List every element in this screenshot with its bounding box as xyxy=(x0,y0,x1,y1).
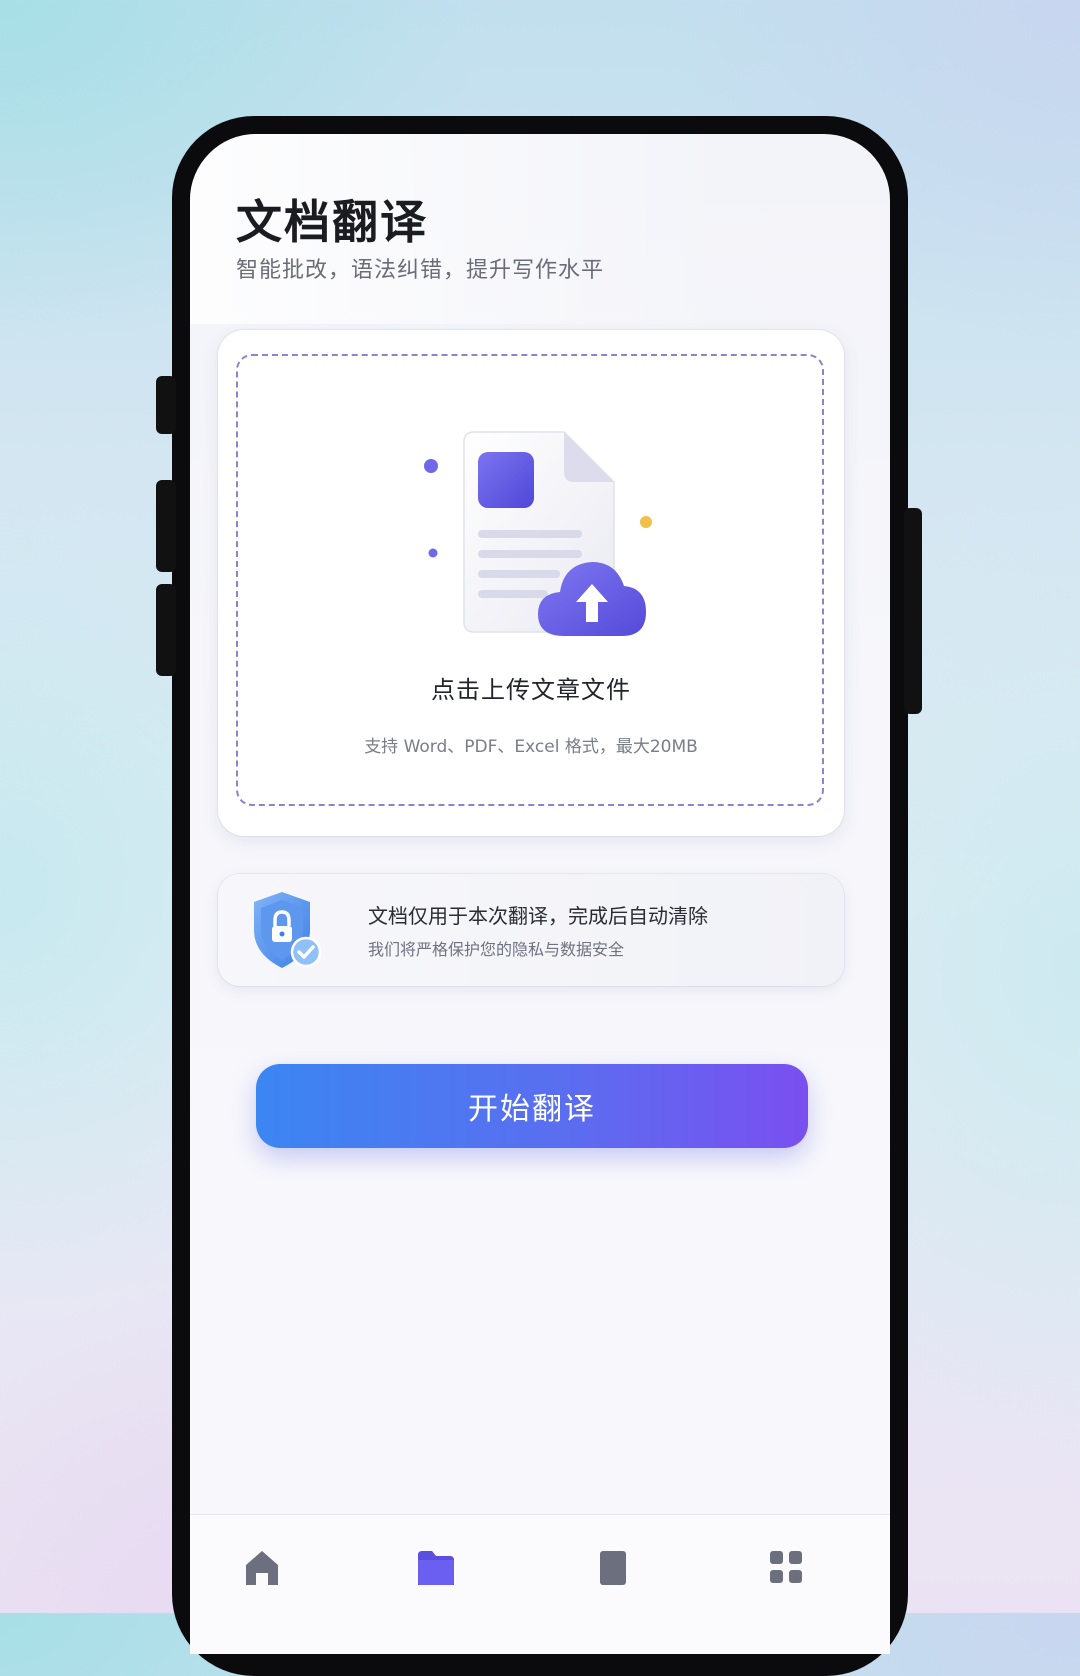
privacy-notice-card: 文档仅用于本次翻译，完成后自动清除 我们将严格保护您的隐私与数据安全 xyxy=(218,874,844,986)
document-upload-icon xyxy=(424,431,652,636)
phone-power-button xyxy=(904,508,922,714)
page-subtitle: 智能批改，语法纠错，提升写作水平 xyxy=(236,258,605,283)
tab-more[interactable] xyxy=(756,1535,816,1595)
page-title: 文档翻译 xyxy=(236,195,428,249)
privacy-main-text: 文档仅用于本次翻译，完成后自动清除 xyxy=(368,904,708,928)
start-translation-button[interactable]: 开始翻译 xyxy=(256,1064,808,1148)
app-screen: 文档翻译 智能批改，语法纠错，提升写作水平 点击上传文章文件 支持 Word、P… xyxy=(190,134,890,1654)
privacy-sub-text: 我们将严格保护您的隐私与数据安全 xyxy=(368,940,625,959)
bottom-tab-bar xyxy=(190,1514,890,1654)
upload-title: 点击上传文章文件 xyxy=(431,676,631,704)
shield-lock-icon xyxy=(254,892,322,968)
phone-volume-up-button xyxy=(156,480,176,572)
phone-side-button xyxy=(156,376,176,434)
folder-icon xyxy=(418,1551,454,1585)
home-icon xyxy=(246,1551,278,1585)
upload-format-hint: 支持 Word、PDF、Excel 格式，最大20MB xyxy=(364,737,698,757)
tab-home[interactable] xyxy=(232,1535,292,1595)
upload-card[interactable]: 点击上传文章文件 支持 Word、PDF、Excel 格式，最大20MB xyxy=(218,330,844,836)
phone-volume-down-button xyxy=(156,584,176,676)
tab-files[interactable] xyxy=(406,1535,466,1595)
tab-documents[interactable] xyxy=(582,1535,642,1595)
grid-icon xyxy=(770,1551,802,1583)
document-icon xyxy=(600,1551,626,1585)
